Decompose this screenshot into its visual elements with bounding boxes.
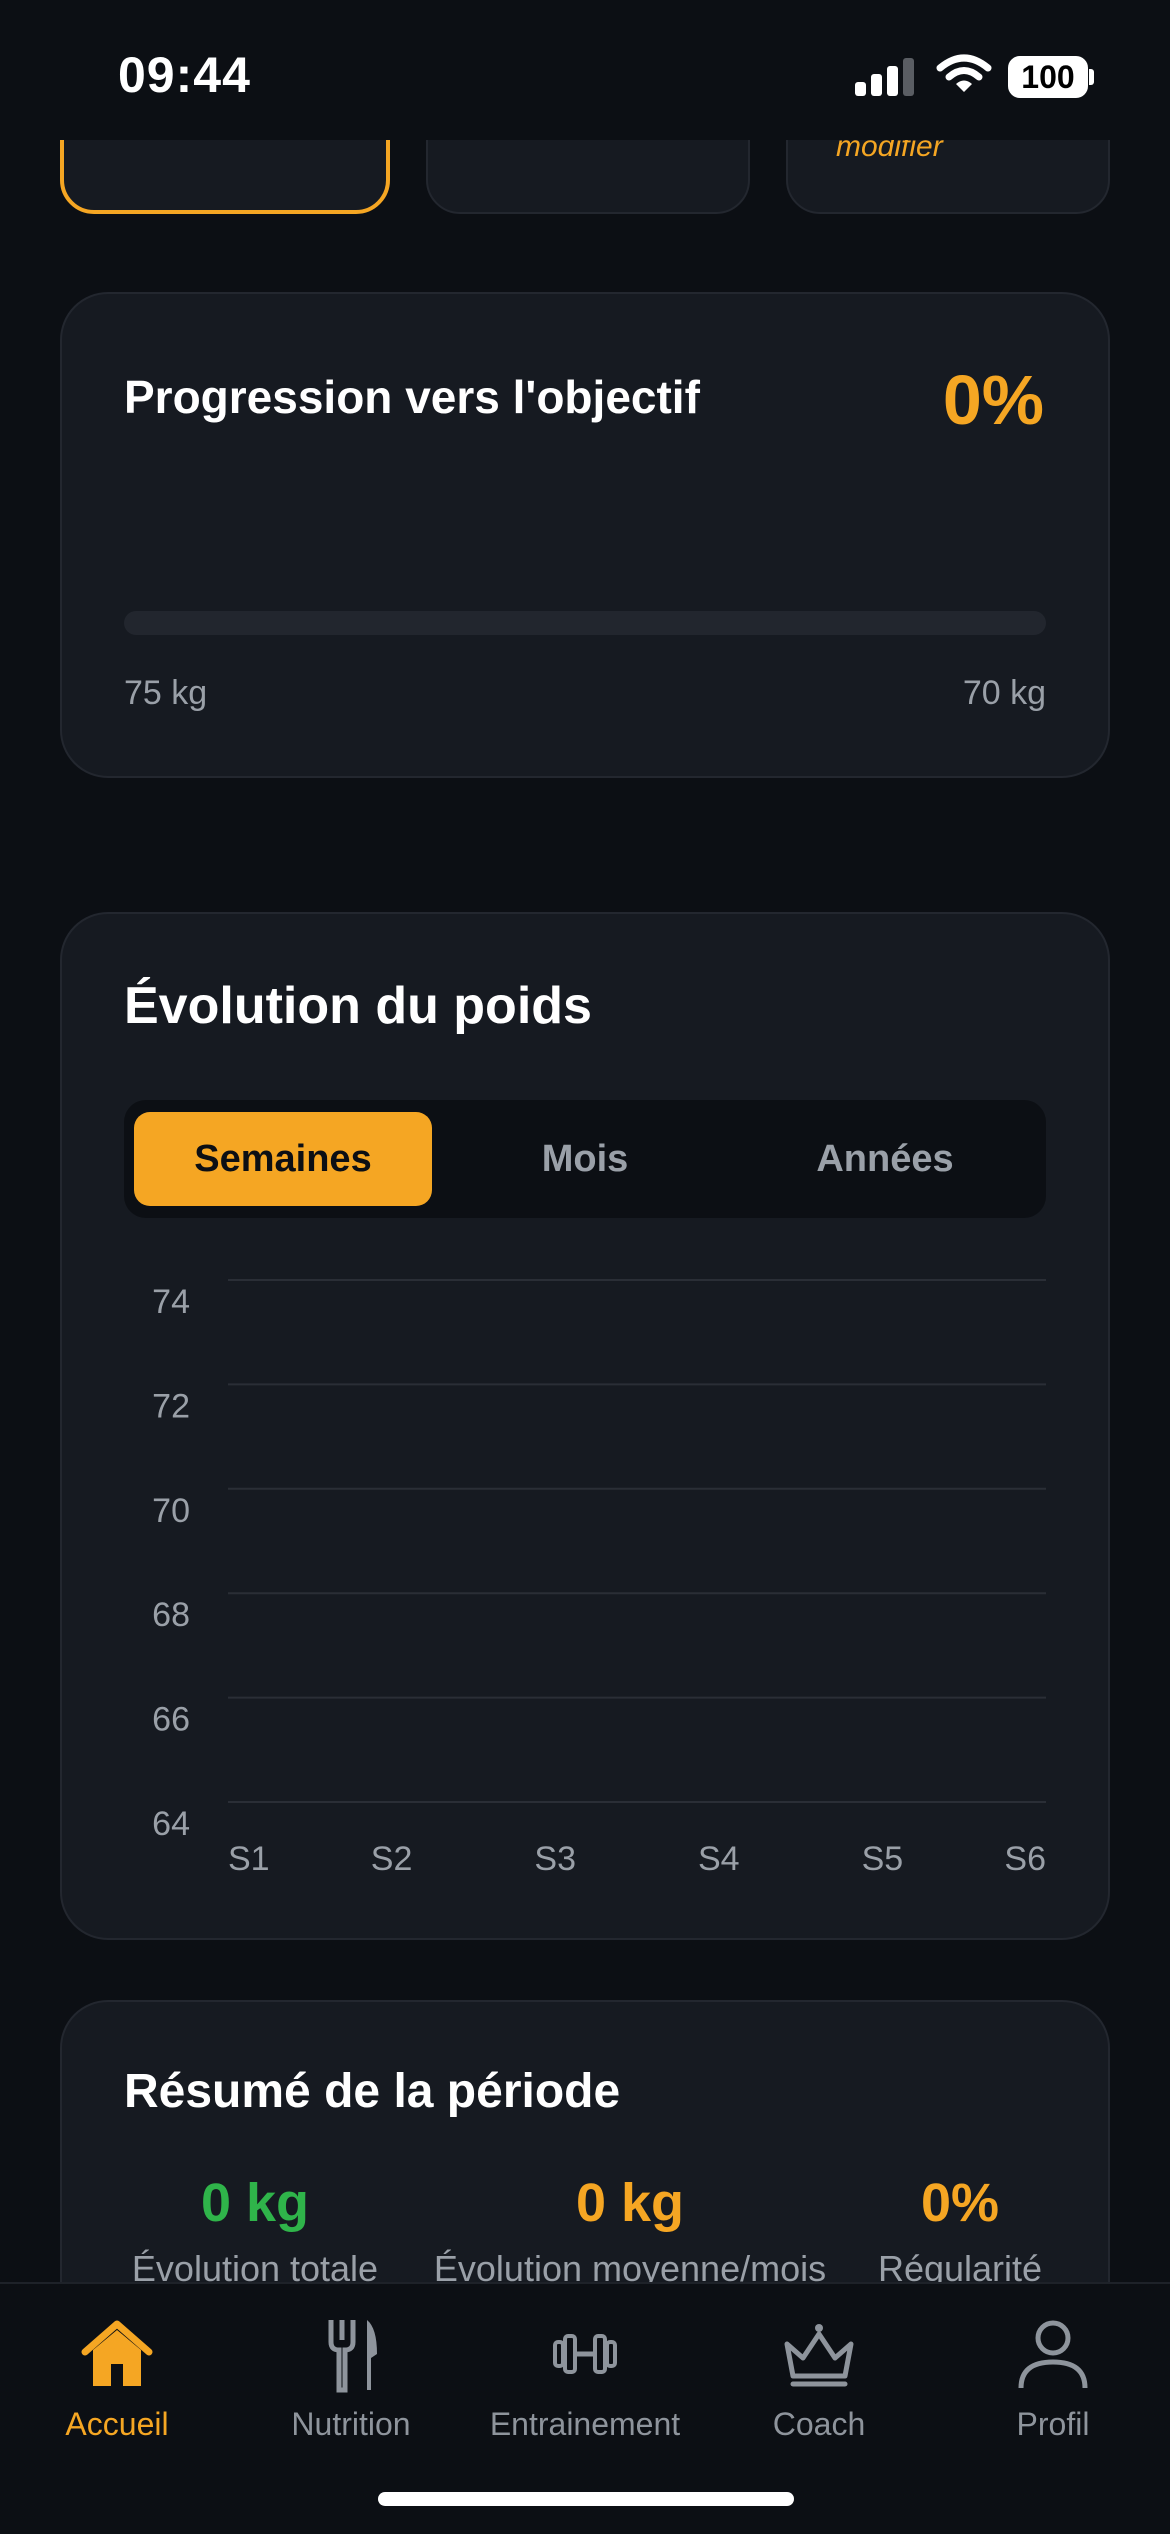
stat-regularity-value: 0% <box>920 2173 1000 2233</box>
weight-line-chart: 74 72 70 68 66 64 S1 S2 S3 S4 S5 S6 <box>152 1279 1046 1878</box>
x-tick-label: S4 <box>698 1840 740 1878</box>
tab-label-profil: Profil <box>1016 2406 1090 2442</box>
y-tick-label: 74 <box>152 1283 190 1321</box>
cellular-signal-icon <box>855 58 915 96</box>
user-icon <box>1018 2320 1088 2389</box>
x-tick-label: S1 <box>228 1840 270 1878</box>
tab-entrainement[interactable]: Entrainement <box>468 2314 702 2454</box>
x-tick-label: S3 <box>534 1840 576 1878</box>
tab-annees[interactable]: Années <box>736 1112 1034 1206</box>
summary-title: Résumé de la période <box>124 2065 621 2118</box>
tab-accueil[interactable]: Accueil <box>0 2314 234 2454</box>
home-indicator <box>378 2492 794 2506</box>
stat-total-value: 0 kg <box>200 2173 310 2233</box>
tab-coach[interactable]: Coach <box>702 2314 936 2454</box>
wifi-icon <box>936 54 992 92</box>
status-time: 09:44 <box>118 47 251 103</box>
chart-title: Évolution du poids <box>124 977 592 1035</box>
tab-mois[interactable]: Mois <box>436 1112 734 1206</box>
dumbbell-icon <box>553 2334 617 2374</box>
tab-nutrition[interactable]: Nutrition <box>234 2314 468 2454</box>
x-tick-label: S5 <box>862 1840 904 1878</box>
fork-knife-icon <box>328 2320 377 2393</box>
x-tick-label: S2 <box>371 1840 413 1878</box>
progress-percent: 0% <box>942 361 1044 439</box>
battery-icon: 100 <box>1008 56 1088 98</box>
tab-label-accueil: Accueil <box>65 2406 169 2442</box>
tab-label-nutrition: Nutrition <box>291 2406 411 2442</box>
stat-monthly-value: 0 kg <box>575 2173 685 2233</box>
tab-label-coach: Coach <box>772 2406 866 2442</box>
tab-label-entrainement: Entrainement <box>489 2406 681 2442</box>
tab-semaines[interactable]: Semaines <box>134 1112 432 1206</box>
y-tick-label: 66 <box>152 1701 190 1739</box>
home-icon <box>81 2320 153 2386</box>
x-tick-label: S6 <box>1004 1840 1046 1878</box>
y-tick-label: 72 <box>152 1387 190 1425</box>
status-bar: 09:44 100 <box>0 0 1170 140</box>
start-weight: 75 kg <box>124 674 208 712</box>
crown-icon <box>784 2324 854 2387</box>
target-weight: 70 kg <box>962 674 1046 712</box>
y-tick-label: 68 <box>152 1596 190 1634</box>
period-segmented-control: Semaines Mois Années <box>124 1100 1046 1218</box>
tab-profil[interactable]: Profil <box>936 2314 1170 2454</box>
progress-title: Progression vers l'objectif <box>124 371 700 423</box>
battery-cap <box>1089 69 1094 85</box>
progress-bar <box>124 611 1046 635</box>
y-tick-label: 64 <box>152 1805 190 1843</box>
y-tick-label: 70 <box>152 1492 190 1530</box>
